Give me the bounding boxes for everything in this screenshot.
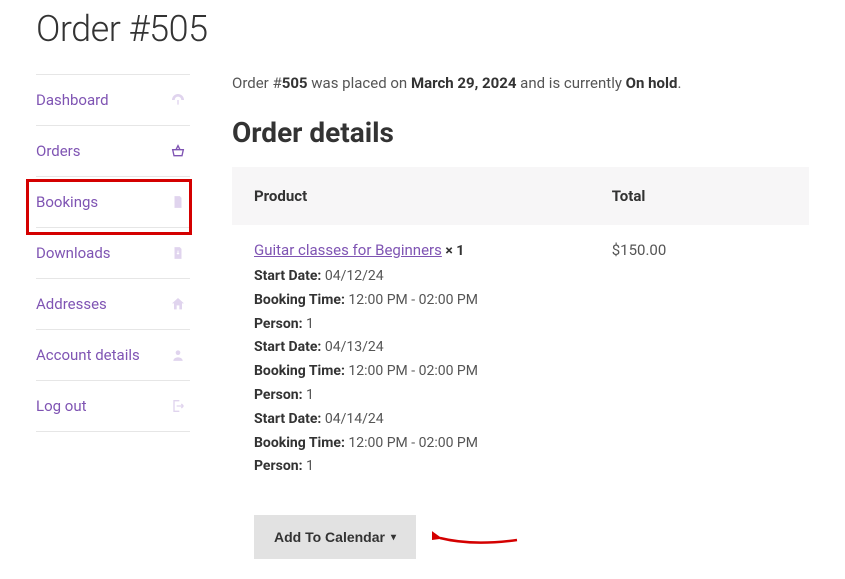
sidebar-item-addresses[interactable]: Addresses [36, 279, 190, 329]
table-row: Guitar classes for Beginners × 1 Start D… [232, 225, 809, 499]
caret-down-icon: ▾ [391, 532, 396, 543]
sidebar-item-orders[interactable]: Orders [36, 126, 190, 176]
sidebar-item-logout[interactable]: Log out [36, 381, 190, 431]
home-icon [170, 296, 186, 312]
sidebar-item-label: Account details [36, 346, 140, 364]
account-sidebar: Dashboard Orders Bookings Downloads [36, 74, 190, 579]
sidebar-item-label: Bookings [36, 193, 98, 211]
sidebar-item-bookings[interactable]: Bookings [36, 177, 190, 227]
sidebar-item-account-details[interactable]: Account details [36, 330, 190, 380]
user-icon [170, 347, 186, 363]
order-details-table: Product Total Guitar classes for Beginne… [232, 167, 809, 579]
col-header-product: Product [232, 167, 590, 225]
add-to-calendar-button[interactable]: Add To Calendar ▾ [254, 515, 416, 559]
page-title: Order #505 [36, 0, 809, 74]
sidebar-item-label: Log out [36, 397, 87, 415]
download-icon [170, 245, 186, 261]
order-status-line: Order #505 was placed on March 29, 2024 … [232, 74, 809, 92]
order-details-heading: Order details [232, 116, 809, 149]
document-icon [170, 194, 186, 210]
sidebar-item-label: Dashboard [36, 91, 109, 109]
product-total: $150.00 [590, 225, 809, 499]
booking-meta: Start Date: 04/12/24 Booking Time: 12:00… [254, 265, 568, 479]
sidebar-item-downloads[interactable]: Downloads [36, 228, 190, 278]
sidebar-item-label: Downloads [36, 244, 111, 262]
basket-icon [170, 143, 186, 159]
sidebar-item-dashboard[interactable]: Dashboard [36, 75, 190, 125]
product-qty: × 1 [445, 243, 464, 259]
order-content: Order #505 was placed on March 29, 2024 … [232, 74, 809, 579]
dashboard-icon [170, 92, 186, 108]
logout-icon [170, 398, 186, 414]
add-to-calendar-label: Add To Calendar [274, 529, 385, 545]
col-header-total: Total [590, 167, 809, 225]
table-row: Add To Calendar ▾ [232, 499, 809, 579]
product-link[interactable]: Guitar classes for Beginners [254, 241, 442, 259]
sidebar-item-label: Addresses [36, 295, 107, 313]
sidebar-item-label: Orders [36, 142, 81, 160]
